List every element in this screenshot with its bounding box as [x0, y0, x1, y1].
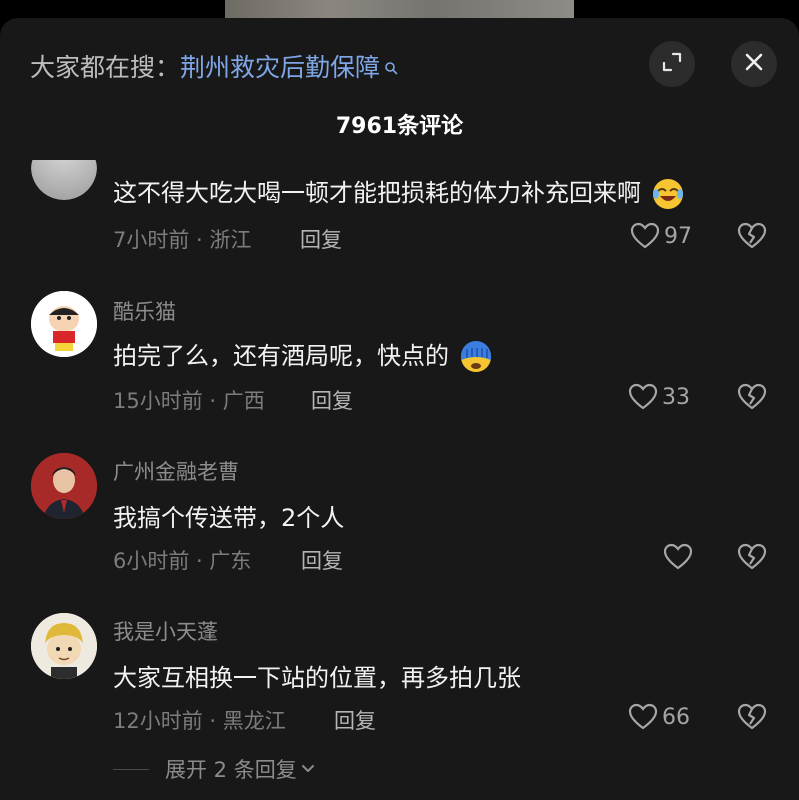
comment-meta: 6小时前 · 广东	[113, 549, 252, 573]
like-count: 66	[662, 704, 690, 730]
heart-icon	[630, 222, 660, 249]
comment-text: 我搞个传送带，2个人	[113, 504, 345, 532]
comment-text: 拍完了么，还有酒局呢，快点的	[113, 336, 493, 374]
comment-count-title: 7961条评论	[335, 114, 464, 139]
heart-icon	[663, 543, 693, 570]
expand-divider	[113, 768, 149, 770]
avatar[interactable]	[31, 613, 97, 679]
cold-sweat-emoji	[459, 340, 493, 374]
dislike-button[interactable]	[737, 222, 767, 254]
broken-heart-icon	[737, 703, 767, 730]
comment-text: 这不得大吃大喝一顿才能把损耗的体力补充回来啊	[113, 173, 685, 211]
like-button[interactable]: 33	[628, 383, 690, 411]
expand-button[interactable]	[649, 41, 695, 87]
comment-meta: 12小时前 · 黑龙江	[113, 709, 286, 733]
like-button[interactable]: 66	[628, 703, 690, 731]
close-icon	[744, 52, 764, 76]
video-thumbnail-strip	[225, 0, 574, 18]
like-button[interactable]	[663, 543, 697, 571]
like-count: 97	[664, 223, 692, 249]
expand-replies-label: 展开 2 条回复	[165, 758, 297, 782]
dislike-button[interactable]	[737, 383, 767, 415]
avatar[interactable]	[31, 291, 97, 357]
trending-search-prefix: 大家都在搜：	[30, 53, 181, 82]
comment-username[interactable]: 我是小天蓬	[113, 616, 218, 646]
reply-button[interactable]: 回复	[300, 224, 342, 254]
comment-username[interactable]: 酷乐猫	[113, 296, 176, 326]
laughing-crying-emoji	[651, 177, 685, 211]
broken-heart-icon	[737, 543, 767, 570]
dislike-button[interactable]	[737, 703, 767, 735]
heart-icon	[628, 703, 658, 730]
comment-text: 大家互相换一下站的位置，再多拍几张	[113, 664, 521, 692]
avatar[interactable]	[31, 453, 97, 519]
comment-username[interactable]: 广州金融老曹	[113, 456, 239, 486]
reply-button[interactable]: 回复	[301, 545, 343, 575]
reply-button[interactable]: 回复	[334, 705, 376, 735]
heart-icon	[628, 383, 658, 410]
broken-heart-icon	[737, 383, 767, 410]
like-button[interactable]: 97	[630, 222, 692, 250]
search-icon[interactable]	[384, 52, 398, 75]
comment-meta: 15小时前 · 广西	[113, 389, 265, 413]
expand-replies-button[interactable]: 展开 2 条回复	[113, 754, 315, 784]
expand-icon	[661, 51, 683, 77]
comment-meta: 7小时前 · 浙江	[113, 228, 252, 252]
close-button[interactable]	[731, 41, 777, 87]
dislike-button[interactable]	[737, 543, 767, 575]
trending-search-bar[interactable]: 大家都在搜： 荆州救灾后勤保障	[30, 48, 398, 84]
reply-button[interactable]: 回复	[311, 385, 353, 415]
broken-heart-icon	[737, 222, 767, 249]
trending-search-term[interactable]: 荆州救灾后勤保障	[180, 48, 380, 84]
chevron-down-icon	[301, 764, 315, 774]
like-count: 33	[662, 384, 690, 410]
